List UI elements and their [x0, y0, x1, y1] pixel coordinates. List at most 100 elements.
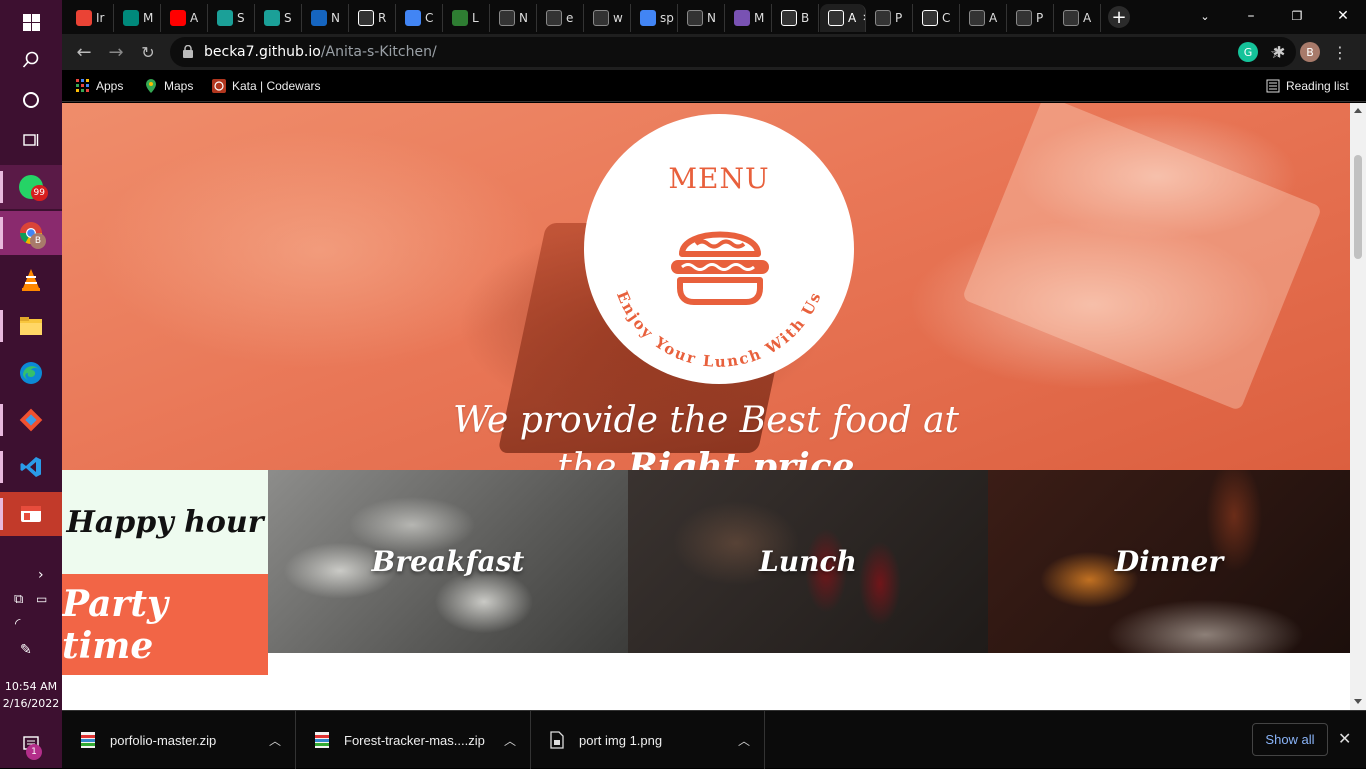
browser-tab[interactable]: M	[726, 4, 772, 32]
close-window-button[interactable]: ✕	[1320, 0, 1366, 32]
chevron-up-icon[interactable]: ︿	[269, 732, 281, 749]
lock-icon	[183, 45, 193, 58]
taskbar-git[interactable]	[0, 398, 62, 442]
tab-label: e	[566, 11, 574, 25]
address-bar[interactable]: becka7.github.io/Anita-s-Kitchen/ ⇪ ☆	[170, 37, 1296, 67]
reload-button[interactable]: ↻	[136, 40, 160, 64]
pen-icon[interactable]: ✎	[20, 642, 32, 658]
reading-list-button[interactable]: Reading list	[1266, 76, 1349, 96]
browser-tab[interactable]: N	[679, 4, 725, 32]
bookmark-apps[interactable]: Apps	[76, 76, 123, 96]
browser-tab[interactable]: w	[585, 4, 631, 32]
show-all-downloads-button[interactable]: Show all	[1252, 723, 1328, 756]
tab-label: A	[1083, 11, 1092, 25]
cortana-button[interactable]	[0, 78, 62, 122]
browser-tab[interactable]: R	[350, 4, 396, 32]
task-view-icon	[23, 134, 39, 146]
scrollbar-thumb[interactable]	[1354, 155, 1362, 259]
a-icon	[922, 10, 938, 26]
close-tab-icon[interactable]: ✕	[862, 13, 865, 24]
download-item[interactable]: porfolio-master.zip ︿	[62, 711, 296, 769]
taskbar-file-explorer[interactable]	[0, 304, 62, 348]
browser-tab[interactable]: C	[914, 4, 960, 32]
chevron-right-icon[interactable]: ›	[38, 567, 44, 583]
hero-line-2b: Right price	[627, 446, 855, 470]
browser-tab[interactable]: N	[303, 4, 349, 32]
download-item[interactable]: port img 1.png ︿	[531, 711, 765, 769]
wifi-icon[interactable]: ◜	[15, 616, 20, 632]
download-filename: Forest-tracker-mas....zip	[344, 732, 485, 748]
chevron-up-icon[interactable]: ︿	[504, 732, 516, 749]
grammarly-extension-icon[interactable]: G	[1238, 42, 1258, 62]
taskbar-chrome[interactable]: B	[0, 211, 62, 255]
bookmark-codewars[interactable]: Kata | Codewars	[212, 76, 321, 96]
task-view-button[interactable]	[0, 118, 62, 162]
browser-tab[interactable]: L	[444, 4, 490, 32]
tab-label: P	[1036, 11, 1044, 25]
back-button[interactable]: ←	[72, 40, 96, 64]
kebab-menu-icon[interactable]: ⋮	[1330, 42, 1350, 62]
page-scrollbar[interactable]	[1350, 103, 1366, 710]
browser-tab[interactable]: A	[162, 4, 208, 32]
scroll-down-arrow[interactable]	[1354, 699, 1362, 704]
bookmark-codewars-label: Kata | Codewars	[232, 79, 321, 93]
tab-search-button[interactable]: ⌄	[1182, 0, 1228, 32]
system-clock[interactable]: 10:54 AM 2/16/2022	[0, 678, 62, 712]
browser-tab[interactable]: e	[538, 4, 584, 32]
search-button[interactable]	[0, 38, 62, 82]
tab-label: w	[613, 11, 623, 25]
openai-icon	[593, 10, 609, 26]
browser-tab[interactable]: S	[209, 4, 255, 32]
phone-link-icon[interactable]: ⧉	[14, 592, 23, 607]
taskbar-edge[interactable]	[0, 351, 62, 395]
browser-tab[interactable]: C	[397, 4, 443, 32]
browser-tab[interactable]: P	[1008, 4, 1054, 32]
gmail-icon	[76, 10, 92, 26]
party-time-card[interactable]: Party time	[62, 574, 268, 675]
browser-tab[interactable]: A	[1055, 4, 1101, 32]
new-tab-button[interactable]: +	[1108, 6, 1130, 28]
svg-text:Enjoy Your Lunch With Us: Enjoy Your Lunch With Us	[613, 288, 825, 370]
bookmark-maps[interactable]: Maps	[144, 76, 193, 96]
close-downloads-icon[interactable]: ✕	[1338, 729, 1351, 748]
youtube-icon	[170, 10, 186, 26]
browser-tab[interactable]: N	[491, 4, 537, 32]
browser-tab[interactable]: P	[867, 4, 913, 32]
color-wheel-icon	[405, 10, 421, 26]
windows-icon	[22, 13, 40, 31]
browser-tab[interactable]: B	[773, 4, 819, 32]
menu-logo[interactable]: MENU Enjoy Your Lunch With Us	[584, 114, 854, 384]
browser-tab[interactable]: Ir	[68, 4, 114, 32]
download-filename: porfolio-master.zip	[110, 732, 217, 748]
battery-icon[interactable]: ▭	[36, 592, 47, 606]
profile-avatar[interactable]: B	[1300, 42, 1320, 62]
extensions-puzzle-icon[interactable]: ✱	[1269, 42, 1289, 62]
hero-tagline: We provide the Best food at the Right pr…	[62, 398, 1350, 470]
taskbar-app-red[interactable]	[0, 492, 62, 536]
notification-center-button[interactable]: 1	[0, 722, 62, 766]
page-viewport: MENU Enjoy Your Lunch With Us We provide…	[62, 103, 1350, 710]
browser-tab[interactable]: A	[961, 4, 1007, 32]
clock-time: 10:54 AM	[4, 680, 58, 693]
download-item[interactable]: Forest-tracker-mas....zip ︿	[296, 711, 531, 769]
browser-tab[interactable]: sp	[632, 4, 678, 32]
chevron-up-icon[interactable]: ︿	[738, 732, 750, 749]
happy-hour-card[interactable]: Happy hour	[62, 470, 268, 574]
browser-tab[interactable]: M	[115, 4, 161, 32]
chrome-profile-badge: B	[30, 233, 46, 249]
taskbar-vscode[interactable]	[0, 445, 62, 489]
dinner-card[interactable]: Dinner	[988, 470, 1350, 653]
lunch-card[interactable]: Lunch	[628, 470, 988, 653]
browser-tab[interactable]: A✕	[820, 4, 866, 32]
globe-icon	[546, 10, 562, 26]
maximize-button[interactable]: ❐	[1274, 0, 1320, 32]
breakfast-card[interactable]: Breakfast	[268, 470, 628, 653]
scroll-up-arrow[interactable]	[1354, 108, 1362, 113]
logo-tagline-arc: Enjoy Your Lunch With Us	[613, 288, 825, 370]
minimize-button[interactable]: –	[1228, 0, 1274, 32]
forward-button[interactable]: →	[104, 40, 128, 64]
tab-label: S	[284, 11, 292, 25]
browser-tab[interactable]: S	[256, 4, 302, 32]
taskbar-whatsapp[interactable]: 99	[0, 165, 62, 209]
taskbar-vlc[interactable]	[0, 258, 62, 302]
